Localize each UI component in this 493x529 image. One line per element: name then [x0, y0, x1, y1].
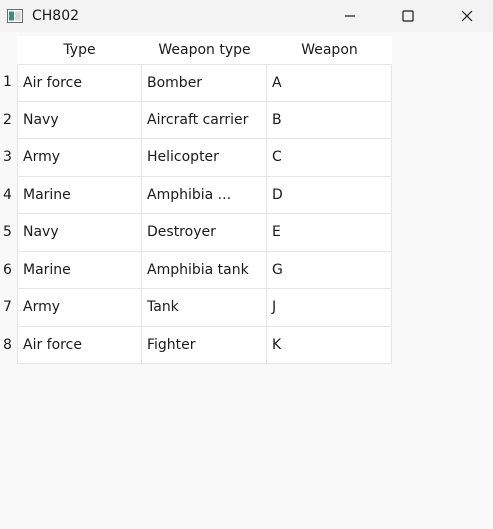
close-button[interactable] — [444, 0, 490, 32]
cell-type[interactable]: Navy — [17, 101, 142, 139]
table-body: 1 Air force Bomber A 2 Navy Aircraft carrier B 3… — [0, 64, 392, 364]
cell-weapon-type[interactable]: Amphibia tank — [142, 251, 267, 289]
table-header-row: Type Weapon type Weapon — [0, 36, 392, 64]
cell-type[interactable]: Army — [17, 139, 142, 177]
cell-type[interactable]: Air force — [17, 326, 142, 364]
cell-type[interactable]: Navy — [17, 214, 142, 252]
row-number[interactable]: 7 — [0, 289, 17, 327]
cell-type[interactable]: Army — [17, 289, 142, 327]
cell-weapon-type[interactable]: Fighter — [142, 326, 267, 364]
cell-weapon[interactable]: B — [267, 101, 392, 139]
cell-weapon-type[interactable]: Amphibia ... — [142, 176, 267, 214]
cell-weapon-type[interactable]: Aircraft carrier — [142, 101, 267, 139]
cell-type[interactable]: Air force — [17, 64, 142, 102]
cell-weapon-type[interactable]: Tank — [142, 289, 267, 327]
cell-weapon[interactable]: K — [267, 326, 392, 364]
maximize-button[interactable] — [385, 0, 431, 32]
data-table: Type Weapon type Weapon 1 Air force Bomber… — [0, 36, 392, 364]
title-bar: CH802 — [0, 0, 493, 32]
table-row[interactable]: 4 Marine Amphibia ... D — [0, 176, 392, 214]
row-number[interactable]: 3 — [0, 139, 17, 177]
row-number[interactable]: 4 — [0, 176, 17, 214]
minimize-icon — [344, 10, 356, 22]
column-header-type[interactable]: Type — [17, 36, 142, 64]
row-number[interactable]: 6 — [0, 251, 17, 289]
minimize-button[interactable] — [327, 0, 373, 32]
table-row[interactable]: 7 Army Tank J — [0, 289, 392, 327]
cell-weapon-type[interactable]: Helicopter — [142, 139, 267, 177]
table-row[interactable]: 1 Air force Bomber A — [0, 64, 392, 102]
cell-weapon[interactable]: D — [267, 176, 392, 214]
close-icon — [461, 10, 473, 22]
cell-weapon[interactable]: E — [267, 214, 392, 252]
cell-type[interactable]: Marine — [17, 251, 142, 289]
cell-weapon-type[interactable]: Destroyer — [142, 214, 267, 252]
column-header-weapon-type[interactable]: Weapon type — [142, 36, 267, 64]
table-row[interactable]: 8 Air force Fighter K — [0, 326, 392, 364]
row-number[interactable]: 2 — [0, 101, 17, 139]
cell-weapon[interactable]: J — [267, 289, 392, 327]
cell-weapon-type[interactable]: Bomber — [142, 64, 267, 102]
row-number[interactable]: 5 — [0, 214, 17, 252]
app-window-icon — [7, 8, 23, 23]
table-row[interactable]: 3 Army Helicopter C — [0, 139, 392, 177]
maximize-icon — [402, 10, 414, 22]
column-header-weapon[interactable]: Weapon — [267, 36, 392, 64]
table-row[interactable]: 2 Navy Aircraft carrier B — [0, 101, 392, 139]
cell-weapon[interactable]: A — [267, 64, 392, 102]
cell-weapon[interactable]: G — [267, 251, 392, 289]
cell-weapon[interactable]: C — [267, 139, 392, 177]
row-number[interactable]: 1 — [0, 64, 17, 102]
table-corner[interactable] — [0, 36, 17, 64]
row-number[interactable]: 8 — [0, 326, 17, 364]
cell-type[interactable]: Marine — [17, 176, 142, 214]
table-row[interactable]: 5 Navy Destroyer E — [0, 214, 392, 252]
table-row[interactable]: 6 Marine Amphibia tank G — [0, 251, 392, 289]
window-title: CH802 — [32, 8, 80, 24]
